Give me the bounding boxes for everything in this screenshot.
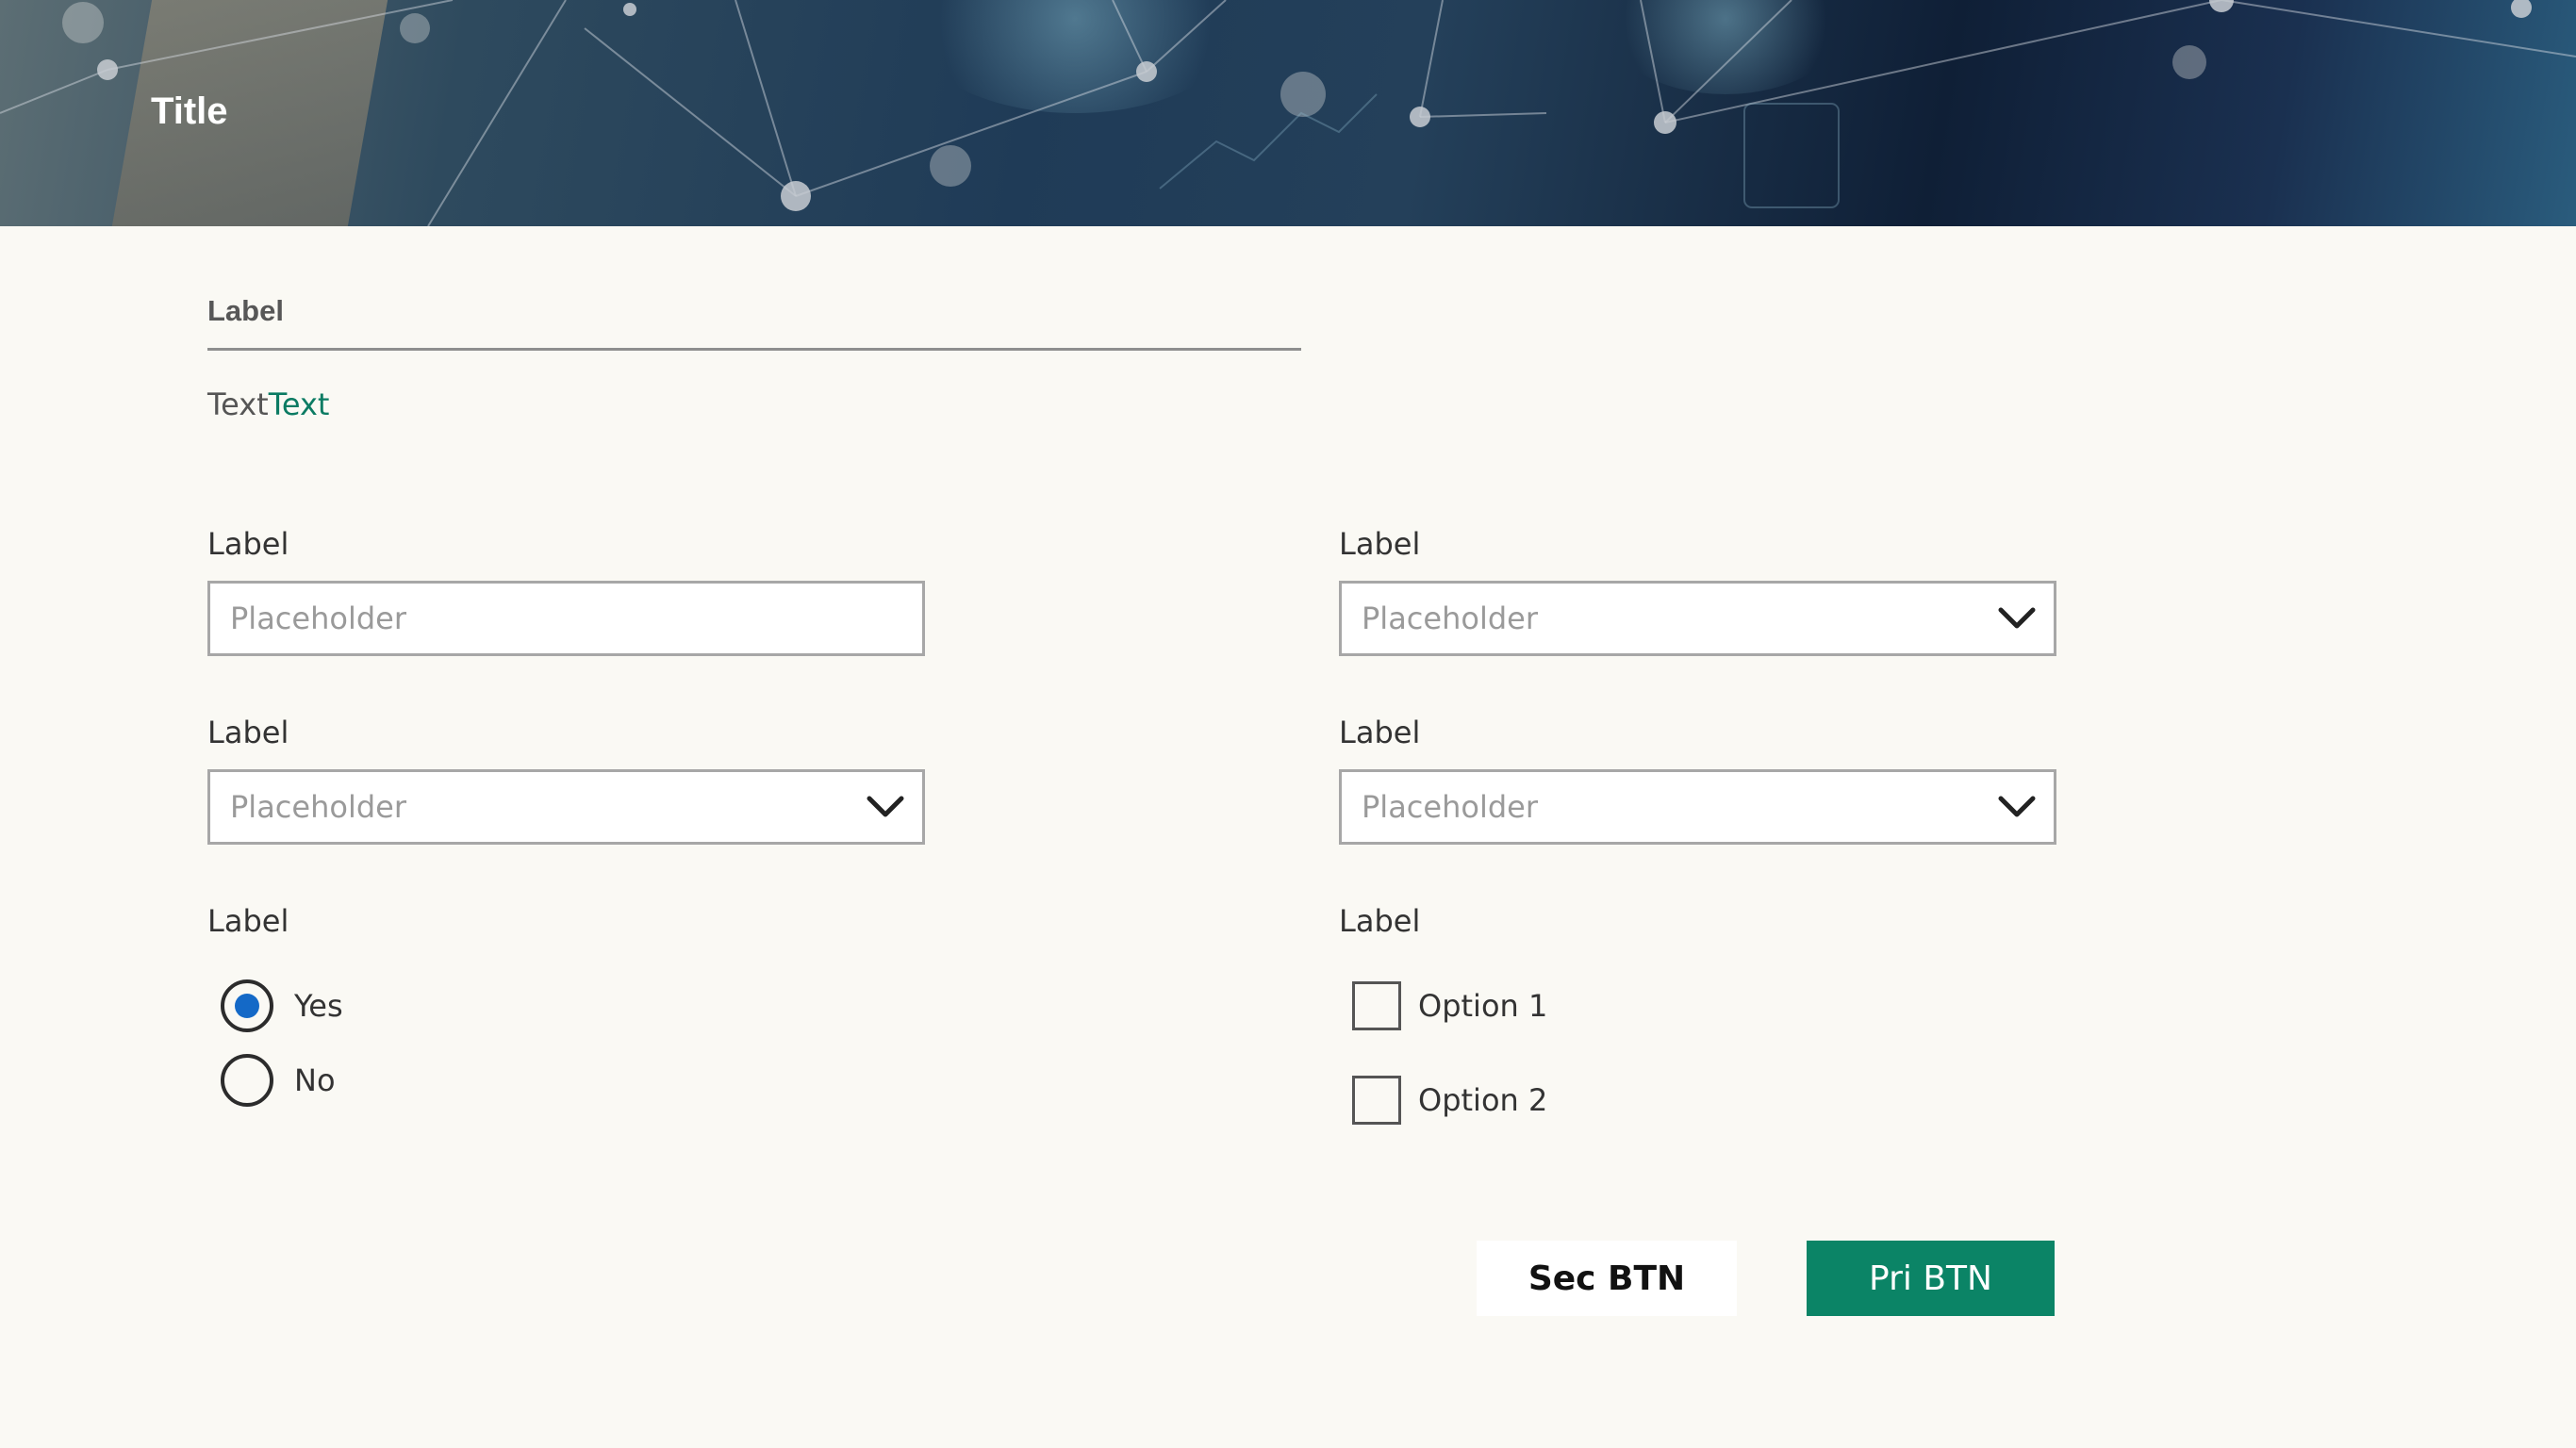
dropdown-left-placeholder: Placeholder: [230, 789, 406, 825]
checkbox-option-1[interactable]: Option 1: [1352, 979, 1547, 1033]
section-divider: [207, 348, 1301, 351]
chevron-down-icon: [867, 796, 904, 817]
checkbox[interactable]: [1352, 1076, 1401, 1125]
radio-button[interactable]: [221, 979, 273, 1032]
primary-button[interactable]: Pri BTN: [1807, 1241, 2055, 1316]
radio-group-label: Label: [207, 903, 289, 939]
text-accent: Text: [268, 387, 330, 422]
section-label: Label: [207, 294, 284, 327]
checkbox-option-label: Option 2: [1418, 1082, 1548, 1118]
radio-button[interactable]: [221, 1054, 273, 1107]
dropdown-1-placeholder: Placeholder: [1362, 601, 1538, 636]
radio-option-label: No: [294, 1062, 336, 1098]
radio-option-label: Yes: [294, 988, 343, 1024]
secondary-button[interactable]: Sec BTN: [1477, 1241, 1737, 1316]
dropdown-1[interactable]: Placeholder: [1339, 581, 2056, 656]
dropdown-1-label: Label: [1339, 526, 1421, 562]
dropdown-2-placeholder: Placeholder: [1362, 789, 1538, 825]
network-graphic: [0, 0, 2576, 226]
header-banner: Title: [0, 0, 2576, 226]
text-input-container: [207, 581, 925, 656]
text-input[interactable]: [210, 584, 890, 653]
radio-option-yes[interactable]: Yes: [221, 975, 343, 1037]
section-text: TextText: [207, 387, 329, 422]
dropdown-2[interactable]: Placeholder: [1339, 769, 2056, 845]
chevron-down-icon: [1998, 796, 2036, 817]
checkbox-group-label: Label: [1339, 903, 1421, 939]
text-primary: Text: [207, 387, 269, 422]
dropdown-left[interactable]: Placeholder: [207, 769, 925, 845]
radio-option-no[interactable]: No: [221, 1049, 336, 1111]
dropdown-2-label: Label: [1339, 715, 1421, 750]
page-title: Title: [151, 90, 228, 132]
chevron-down-icon: [1998, 607, 2036, 629]
checkbox-option-2[interactable]: Option 2: [1352, 1073, 1547, 1127]
checkbox[interactable]: [1352, 981, 1401, 1030]
text-input-label: Label: [207, 526, 289, 562]
checkbox-option-label: Option 1: [1418, 988, 1548, 1024]
dropdown-left-label: Label: [207, 715, 289, 750]
